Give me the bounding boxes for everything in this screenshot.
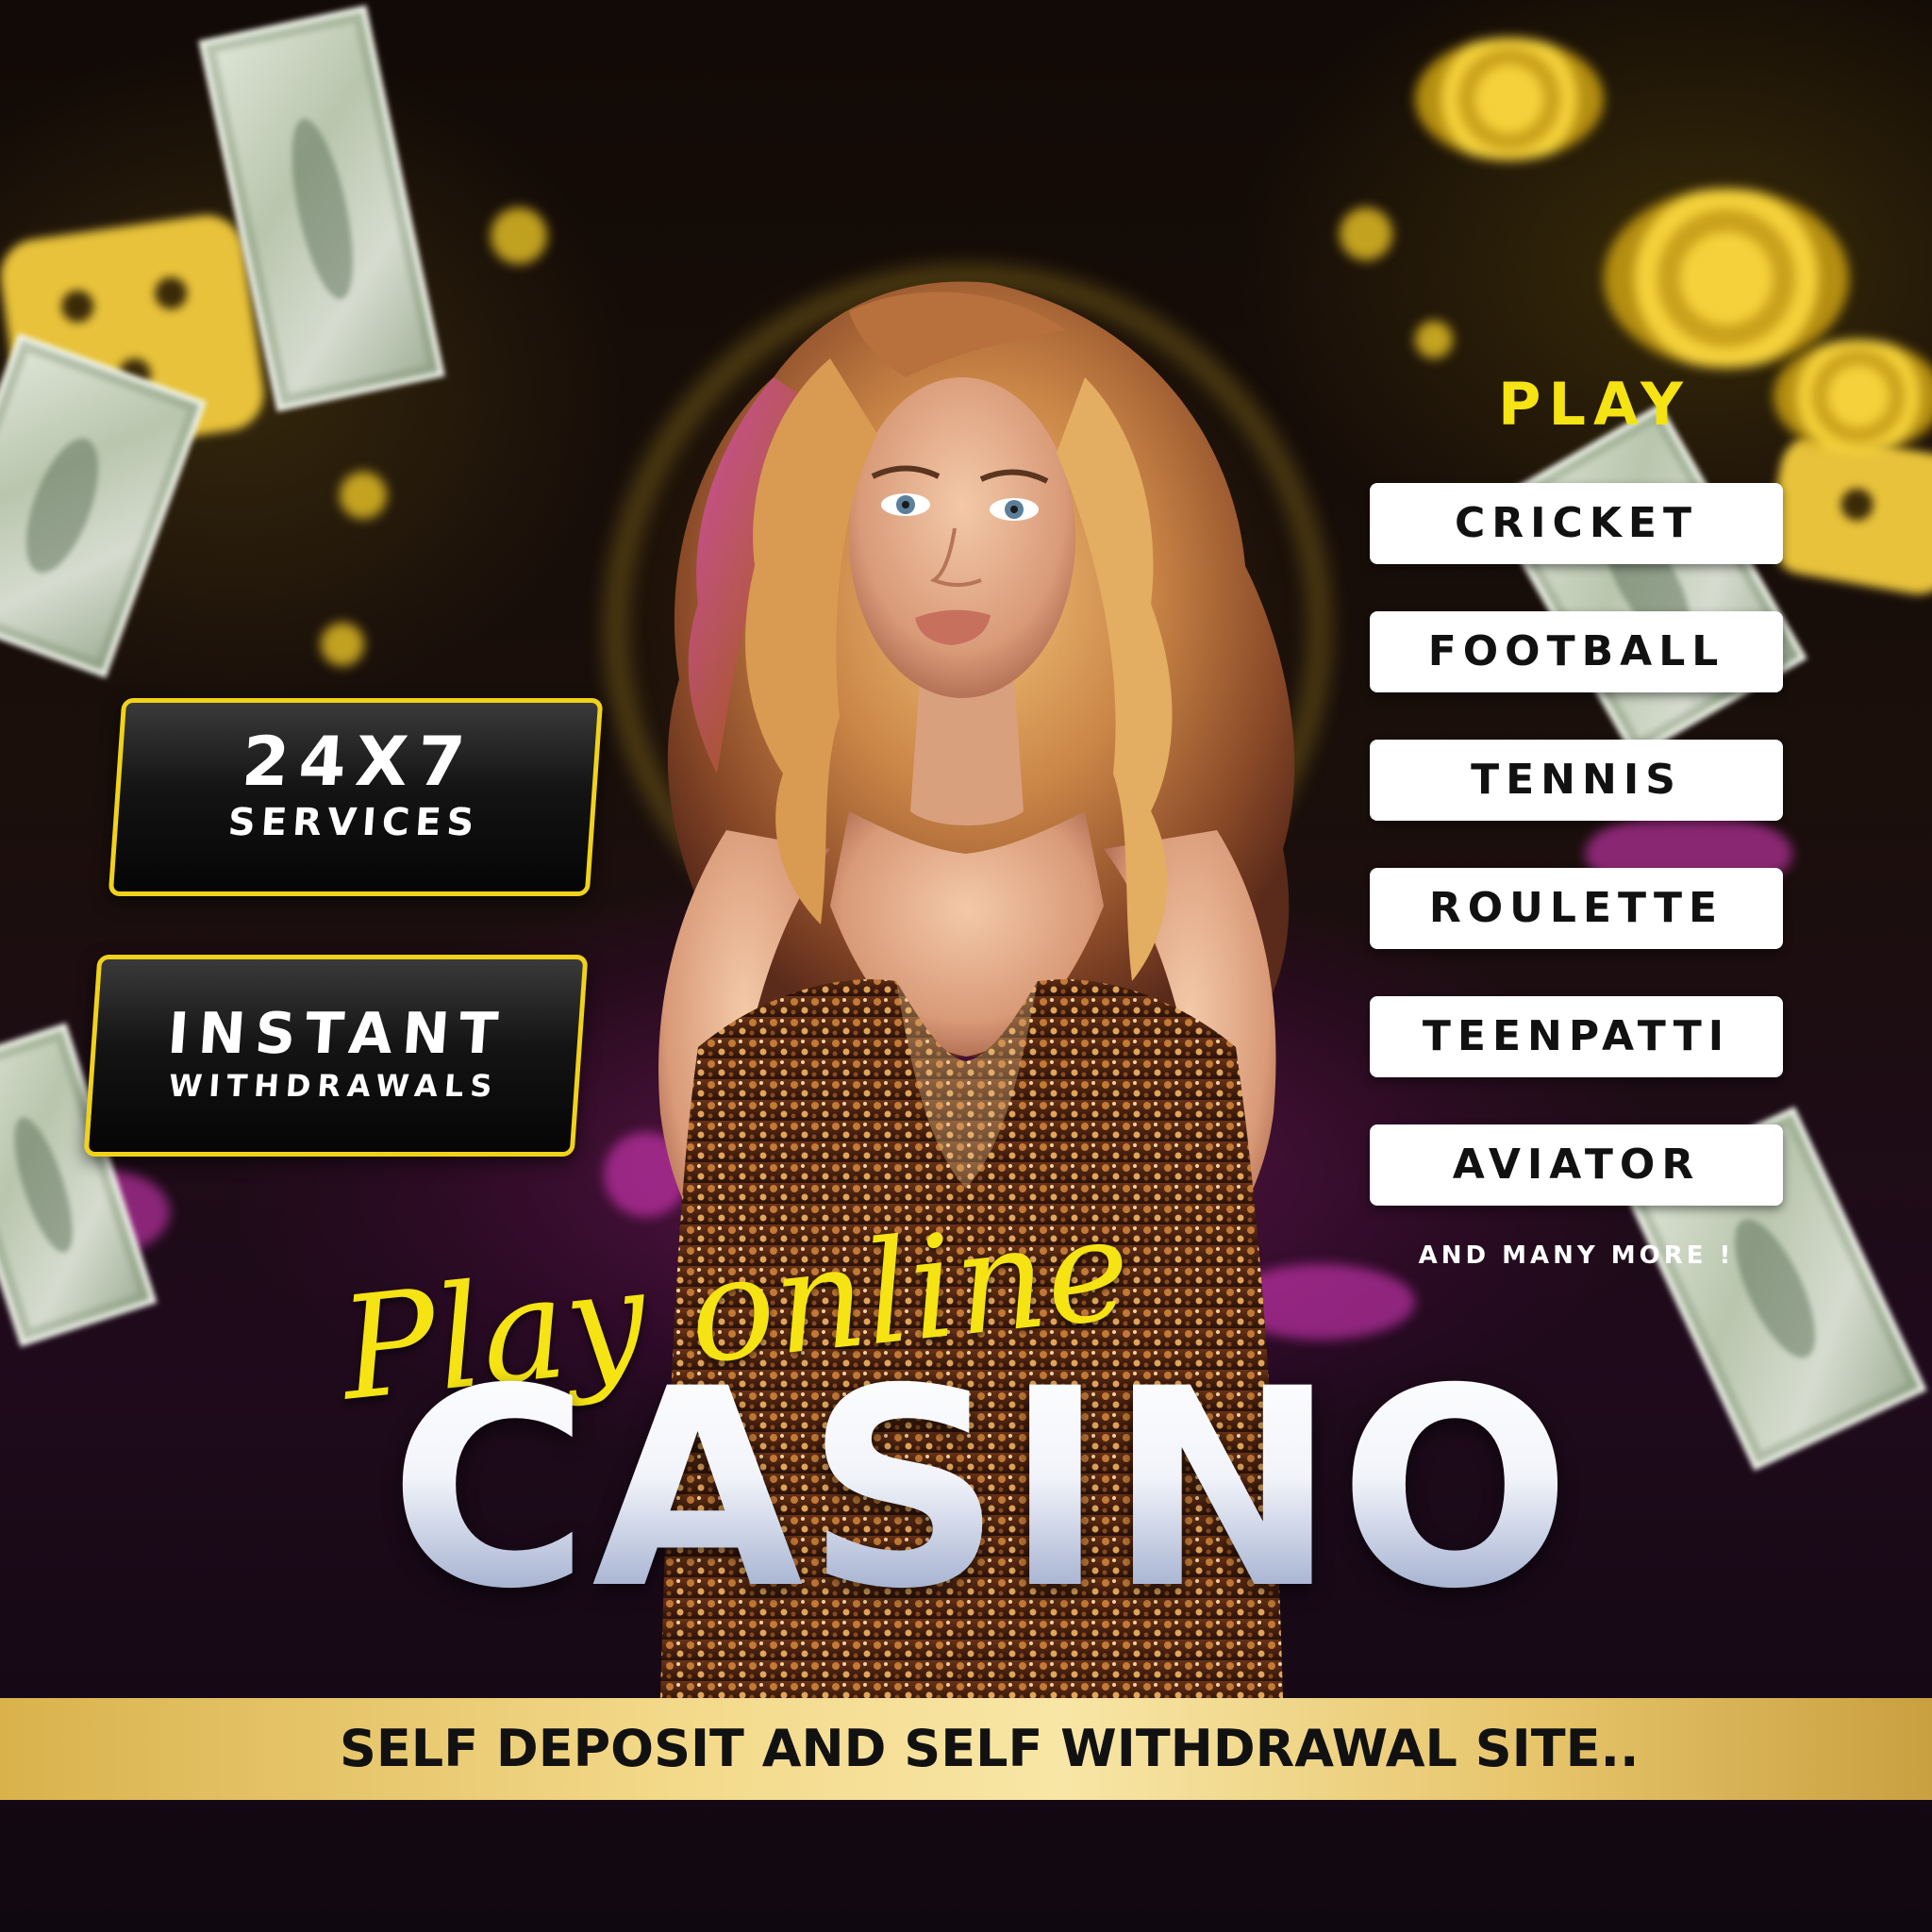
game-list: CRICKET FOOTBALL TENNIS ROULETTE TEENPAT…	[1370, 483, 1783, 1253]
game-item-football[interactable]: FOOTBALL	[1370, 611, 1783, 692]
game-item-roulette[interactable]: ROULETTE	[1370, 868, 1783, 949]
badge-withdraw-title: INSTANT	[165, 1001, 509, 1067]
bottom-banner: SELF DEPOSIT AND SELF WITHDRAWAL SITE..	[0, 1698, 1932, 1800]
badge-services-subtitle: SERVICES	[226, 801, 481, 844]
more-games-note: AND MANY MORE !	[1418, 1241, 1735, 1270]
badge-services-title: 24X7	[239, 722, 477, 801]
banner-text: SELF DEPOSIT AND SELF WITHDRAWAL SITE..	[340, 1719, 1640, 1778]
game-item-teenpatti[interactable]: TEENPATTI	[1370, 996, 1783, 1077]
game-item-tennis[interactable]: TENNIS	[1370, 740, 1783, 821]
game-item-cricket[interactable]: CRICKET	[1370, 483, 1783, 564]
headline-casino: CASINO	[226, 1349, 1736, 1632]
badge-withdraw-subtitle: WITHDRAWALS	[167, 1068, 500, 1104]
badge-instant-withdrawals: INSTANT WITHDRAWALS	[83, 955, 589, 1157]
play-heading: PLAY	[1498, 370, 1690, 439]
badge-24x7-services: 24X7 SERVICES	[108, 698, 604, 896]
casino-poster: 24X7 SERVICES INSTANT WITHDRAWALS PLAY C…	[0, 0, 1932, 1932]
game-item-aviator[interactable]: AVIATOR	[1370, 1124, 1783, 1206]
